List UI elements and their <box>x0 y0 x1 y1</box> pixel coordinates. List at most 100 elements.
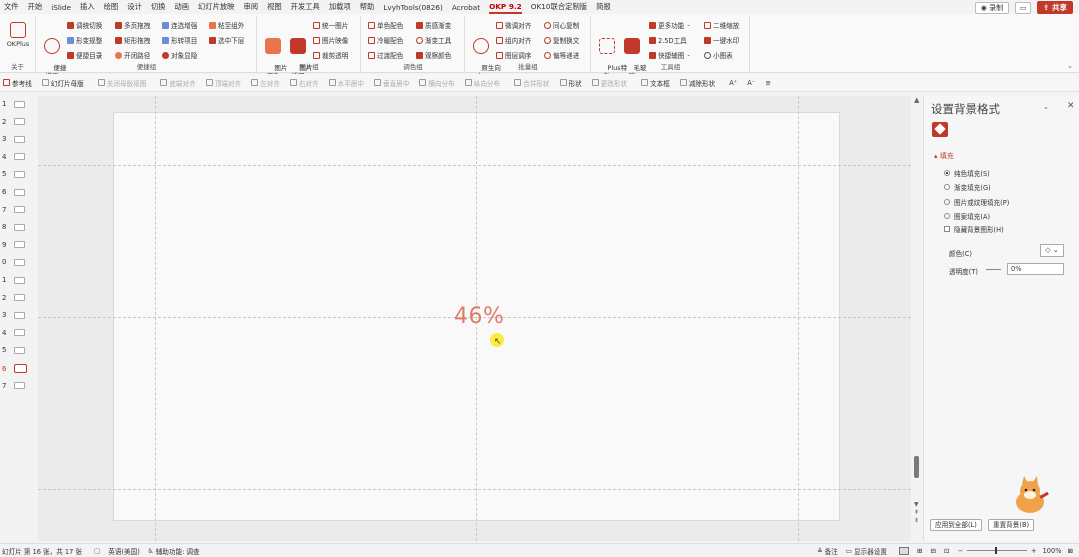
zoom-in-icon[interactable]: + <box>1031 547 1037 555</box>
guide-line[interactable] <box>155 96 156 541</box>
batch-item-3[interactable]: 同心复制 <box>544 20 579 30</box>
menu-tab[interactable]: 插入 <box>80 2 95 12</box>
menu-tab[interactable]: 绘图 <box>104 2 119 12</box>
transparency-slider[interactable] <box>986 269 1001 270</box>
zoom-slider[interactable] <box>967 547 1028 554</box>
menu-tab[interactable]: 帮助 <box>360 2 375 12</box>
slide-thumbnail[interactable]: 2 <box>2 118 26 126</box>
zoom-level[interactable]: 100% <box>1043 547 1062 555</box>
quick-item-10[interactable]: 选中下层 <box>209 35 244 45</box>
slide-thumbnail[interactable]: 5 <box>2 346 26 354</box>
slide-thumbnail[interactable]: 8 <box>2 223 26 231</box>
apply-all-button[interactable]: 应用到全部(L) <box>930 519 982 531</box>
toolbar-item[interactable]: A⁺ <box>729 79 737 87</box>
share-button[interactable]: ⇪ 共享 <box>1037 1 1073 14</box>
color-item-2[interactable]: 过渡配色 <box>368 50 403 60</box>
quick-item-5[interactable]: 开闭路径 <box>115 50 150 60</box>
display-settings-button[interactable]: 显示器设置 <box>854 546 887 556</box>
guide-line[interactable] <box>38 165 911 166</box>
menu-tab[interactable]: 设计 <box>127 2 142 12</box>
slide-thumbnail[interactable]: 1 <box>2 100 26 108</box>
quick-item-3[interactable]: 多页拖拽 <box>115 20 150 30</box>
menu-tab[interactable]: 视图 <box>267 2 282 12</box>
menu-tab[interactable]: OK10联合定制版 <box>531 2 587 12</box>
normal-view-icon[interactable] <box>898 546 909 555</box>
batch-item-0[interactable]: 微调对齐 <box>496 20 531 30</box>
toolbar-item[interactable]: 右对齐 <box>289 78 319 88</box>
batch-item-1[interactable]: 组内对齐 <box>496 35 531 45</box>
guide-line[interactable] <box>798 96 799 541</box>
menu-tab[interactable]: LvyhTools(0826) <box>383 3 443 12</box>
fill-section[interactable]: ▴ 填充 <box>934 151 954 161</box>
fill-option-radio[interactable]: 图案填充(A) <box>944 211 990 221</box>
toolbar-item[interactable]: 底端对齐 <box>160 78 196 88</box>
color-item-4[interactable]: 渐变工具 <box>416 35 451 45</box>
slide-thumbnail[interactable]: 2 <box>2 294 26 302</box>
menu-tab[interactable]: 简报 <box>596 2 611 12</box>
toolbar-item[interactable]: 垂直居中 <box>374 78 409 88</box>
fill-option-radio[interactable]: 纯色填充(S) <box>944 168 990 178</box>
fill-tab-icon[interactable] <box>932 122 948 137</box>
reset-background-button[interactable]: 重置背景(B) <box>988 519 1035 531</box>
toolbar-item[interactable]: 幻灯片母版 <box>41 78 84 88</box>
tools-item-3[interactable]: 二维缩放 <box>704 20 739 30</box>
collapse-ribbon-icon[interactable]: ⌄ <box>1067 62 1073 70</box>
scroll-down-icon[interactable]: ▼ ⇞ ⇟ <box>914 501 919 525</box>
record-button[interactable]: ◉ 录制 <box>974 1 1010 14</box>
image-item-2[interactable]: 裁剪透明 <box>313 50 348 60</box>
slide-thumbnail[interactable]: 5 <box>2 170 26 178</box>
menu-tab[interactable]: 开始 <box>28 2 43 12</box>
slide-thumbnail[interactable]: 7 <box>2 382 26 390</box>
menu-tab[interactable]: 加载项 <box>329 2 351 12</box>
menu-tab[interactable]: 开发工具 <box>291 2 320 12</box>
slide-thumbnail[interactable]: 9 <box>2 241 26 249</box>
comment-icon[interactable]: ▭ <box>1015 1 1032 14</box>
slide-thumbnail[interactable]: 6 <box>2 364 28 373</box>
batch-item-4[interactable]: 复制换文 <box>544 35 579 45</box>
slide-thumbnail[interactable]: 1 <box>2 276 26 284</box>
quick-item-2[interactable]: 便捷目录 <box>67 50 102 60</box>
batch-item-2[interactable]: 图层调序 <box>496 50 531 60</box>
image-item-0[interactable]: 统一图片 <box>313 20 348 30</box>
quick-item-9[interactable]: 粘至组外 <box>209 20 244 30</box>
toolbar-item[interactable]: 形状 <box>559 78 582 88</box>
slide-thumbnail[interactable]: 3 <box>2 135 26 143</box>
spellcheck-icon[interactable]: ▢ <box>94 547 100 555</box>
language-status[interactable]: 英语(美国) <box>108 546 140 556</box>
toolbar-item[interactable]: 减除形状 <box>679 78 715 88</box>
vertical-scrollbar[interactable]: ▲ ▼ ⇞ ⇟ <box>912 96 922 541</box>
toolbar-item[interactable]: 顶端对齐 <box>205 78 241 88</box>
color-item-1[interactable]: 冷暖配色 <box>368 35 403 45</box>
fit-slide-icon[interactable]: ⊠ <box>1067 547 1073 555</box>
toolbar-item[interactable]: 更改形状 <box>591 78 627 88</box>
fill-option-radio[interactable]: 图片或纹理填充(P) <box>944 197 1009 207</box>
fill-option-radio[interactable]: 渐变填充(G) <box>944 182 991 192</box>
slide-thumbnail[interactable]: 7 <box>2 206 26 214</box>
menu-tab[interactable]: OKP 9.2 <box>489 1 522 14</box>
scroll-up-icon[interactable]: ▲ <box>914 96 919 104</box>
tools-item-2[interactable]: 快捷辅图 ⌄ <box>649 50 691 60</box>
notes-button[interactable]: 备注 <box>825 546 838 556</box>
guide-line[interactable] <box>38 489 911 490</box>
tools-item-4[interactable]: 一键水印 <box>704 35 739 45</box>
slide-text[interactable]: 46% <box>454 304 504 329</box>
toolbar-item[interactable]: 横向分布 <box>419 78 455 88</box>
slide-thumbnail[interactable]: 0 <box>2 258 26 266</box>
batch-item-5[interactable]: 偏等递进 <box>544 50 579 60</box>
menu-tab[interactable]: 审阅 <box>243 2 258 12</box>
toolbar-item[interactable]: 文本框 <box>641 78 670 88</box>
color-item-0[interactable]: 单色配色 <box>368 20 403 30</box>
reading-view-icon[interactable]: ⊟ <box>930 547 936 555</box>
okplus-button[interactable]: OKPlus <box>4 22 32 48</box>
color-item-3[interactable]: 质感渐变 <box>416 20 451 30</box>
quick-item-8[interactable]: 对象显隐 <box>162 50 197 60</box>
quick-item-6[interactable]: 连选增强 <box>162 20 197 30</box>
quick-item-7[interactable]: 形转项目 <box>162 35 197 45</box>
quick-item-0[interactable]: 调统切换 <box>67 20 102 30</box>
transparency-input[interactable]: 0% <box>1007 263 1064 275</box>
slide-thumbnail[interactable]: 4 <box>2 329 26 337</box>
slideshow-icon[interactable]: ⊡ <box>944 547 950 555</box>
menu-tab[interactable]: Acrobat <box>452 3 480 12</box>
slide-thumbnail[interactable]: 4 <box>2 153 26 161</box>
tools-item-5[interactable]: 小图表 <box>704 50 733 60</box>
